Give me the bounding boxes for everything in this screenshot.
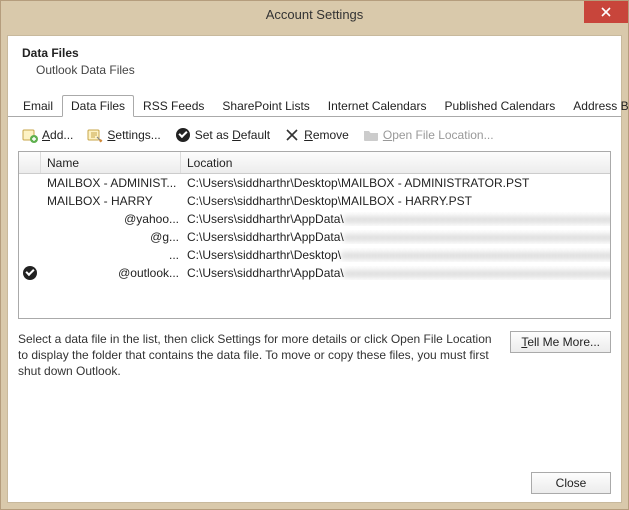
- set-default-label: Set as Default: [195, 128, 270, 142]
- tab-label: Published Calendars: [445, 99, 556, 113]
- client-area: Data Files Outlook Data Files Email Data…: [7, 35, 622, 503]
- tab-data-files[interactable]: Data Files: [62, 95, 134, 117]
- column-name[interactable]: Name: [41, 152, 181, 173]
- location-cell: C:\Users\siddharthr\AppData\xxxxxxxxxxxx…: [181, 266, 610, 280]
- tell-me-more-button[interactable]: Tell Me More...: [510, 331, 611, 353]
- open-file-location-label: Open File Location...: [383, 128, 494, 142]
- location-cell: C:\Users\siddharthr\AppData\xxxxxxxxxxxx…: [181, 230, 610, 244]
- tab-label: Email: [23, 99, 53, 113]
- column-location[interactable]: Location: [181, 152, 610, 173]
- toolbar: Add... Settings... Set as Default Remove: [8, 117, 621, 151]
- list-header: Name Location: [19, 152, 610, 174]
- folder-icon: [363, 127, 379, 143]
- tab-internet-calendars[interactable]: Internet Calendars: [319, 95, 436, 116]
- location-cell: C:\Users\siddharthr\Desktop\MAILBOX - AD…: [181, 176, 610, 190]
- add-button[interactable]: Add...: [18, 125, 77, 145]
- page-title: Data Files: [22, 46, 607, 60]
- tab-published-calendars[interactable]: Published Calendars: [436, 95, 565, 116]
- header-block: Data Files Outlook Data Files: [8, 36, 621, 91]
- table-row[interactable]: @g...C:\Users\siddharthr\AppData\xxxxxxx…: [19, 228, 610, 246]
- footer: Close: [8, 466, 621, 496]
- table-row[interactable]: MAILBOX - HARRYC:\Users\siddharthr\Deskt…: [19, 192, 610, 210]
- remove-icon: [284, 127, 300, 143]
- tab-label: SharePoint Lists: [222, 99, 309, 113]
- tab-rss-feeds[interactable]: RSS Feeds: [134, 95, 213, 116]
- tab-label: Address Books: [573, 99, 629, 113]
- list-rows: MAILBOX - ADMINIST...C:\Users\siddharthr…: [19, 174, 610, 282]
- tab-label: Internet Calendars: [328, 99, 427, 113]
- remove-label: Remove: [304, 128, 349, 142]
- add-icon: [22, 127, 38, 143]
- checkmark-circle-icon: [23, 266, 37, 280]
- default-marker-cell: [19, 266, 41, 280]
- remove-button[interactable]: Remove: [280, 125, 353, 145]
- help-area: Select a data file in the list, then cli…: [8, 319, 621, 380]
- settings-label: Settings...: [107, 128, 160, 142]
- settings-icon: [87, 127, 103, 143]
- settings-button[interactable]: Settings...: [83, 125, 164, 145]
- set-default-button[interactable]: Set as Default: [171, 125, 274, 145]
- window: Account Settings Data Files Outlook Data…: [0, 0, 629, 510]
- name-cell: MAILBOX - HARRY: [41, 194, 181, 208]
- open-file-location-button[interactable]: Open File Location...: [359, 125, 498, 145]
- table-row[interactable]: @outlook...C:\Users\siddharthr\AppData\x…: [19, 264, 610, 282]
- table-row[interactable]: @yahoo...C:\Users\siddharthr\AppData\xxx…: [19, 210, 610, 228]
- name-cell: @yahoo...: [41, 212, 181, 226]
- tab-email[interactable]: Email: [14, 95, 62, 116]
- location-cell: C:\Users\siddharthr\Desktop\xxxxxxxxxxxx…: [181, 248, 610, 262]
- location-cell: C:\Users\siddharthr\AppData\xxxxxxxxxxxx…: [181, 212, 610, 226]
- name-cell: @g...: [41, 230, 181, 244]
- window-title: Account Settings: [266, 1, 364, 29]
- name-cell: MAILBOX - ADMINIST...: [41, 176, 181, 190]
- column-default-marker[interactable]: [19, 152, 41, 173]
- data-file-list[interactable]: Name Location MAILBOX - ADMINIST...C:\Us…: [18, 151, 611, 319]
- tab-sharepoint-lists[interactable]: SharePoint Lists: [213, 95, 318, 116]
- close-icon: [601, 7, 611, 17]
- page-subtitle: Outlook Data Files: [22, 63, 607, 77]
- tab-label: Data Files: [71, 99, 125, 113]
- table-row[interactable]: ...C:\Users\siddharthr\Desktop\xxxxxxxxx…: [19, 246, 610, 264]
- tab-label: RSS Feeds: [143, 99, 204, 113]
- titlebar: Account Settings: [1, 1, 628, 29]
- help-text: Select a data file in the list, then cli…: [18, 331, 500, 380]
- add-label: Add...: [42, 128, 73, 142]
- name-cell: @outlook...: [41, 266, 181, 280]
- close-button[interactable]: Close: [531, 472, 611, 494]
- location-cell: C:\Users\siddharthr\Desktop\MAILBOX - HA…: [181, 194, 610, 208]
- window-close-button[interactable]: [584, 1, 628, 23]
- tabstrip: Email Data Files RSS Feeds SharePoint Li…: [8, 95, 621, 117]
- name-cell: ...: [41, 248, 181, 262]
- tab-address-books[interactable]: Address Books: [564, 95, 629, 116]
- table-row[interactable]: MAILBOX - ADMINIST...C:\Users\siddharthr…: [19, 174, 610, 192]
- checkmark-circle-icon: [175, 127, 191, 143]
